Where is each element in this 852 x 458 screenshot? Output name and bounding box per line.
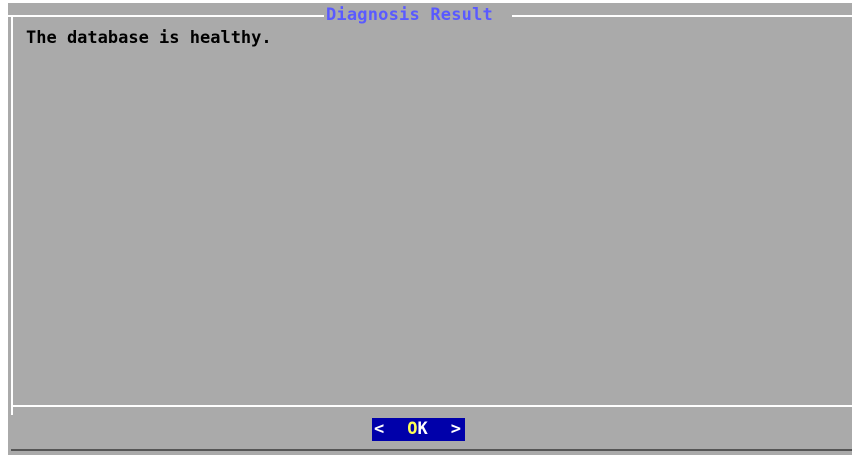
ok-button-label: OK <box>407 418 428 441</box>
dialog-frame-top-left <box>8 15 324 17</box>
ok-button-left-bracket: < <box>374 419 385 439</box>
ok-button-right-bracket: > <box>450 419 461 439</box>
ok-button-label-rest: K <box>417 419 428 439</box>
dialog-message: The database is healthy. <box>26 28 272 48</box>
dialog-frame-bottom <box>11 449 852 451</box>
dialog-frame-left <box>11 15 13 415</box>
dialog-button-divider <box>11 405 852 407</box>
ok-button-hotkey: O <box>407 419 418 439</box>
dialog-frame-top-right <box>512 15 852 17</box>
ok-button[interactable]: < OK > <box>372 418 465 441</box>
dialog-title: Diagnosis Result <box>326 5 493 25</box>
diagnosis-result-dialog: Diagnosis Result The database is healthy… <box>8 3 852 455</box>
